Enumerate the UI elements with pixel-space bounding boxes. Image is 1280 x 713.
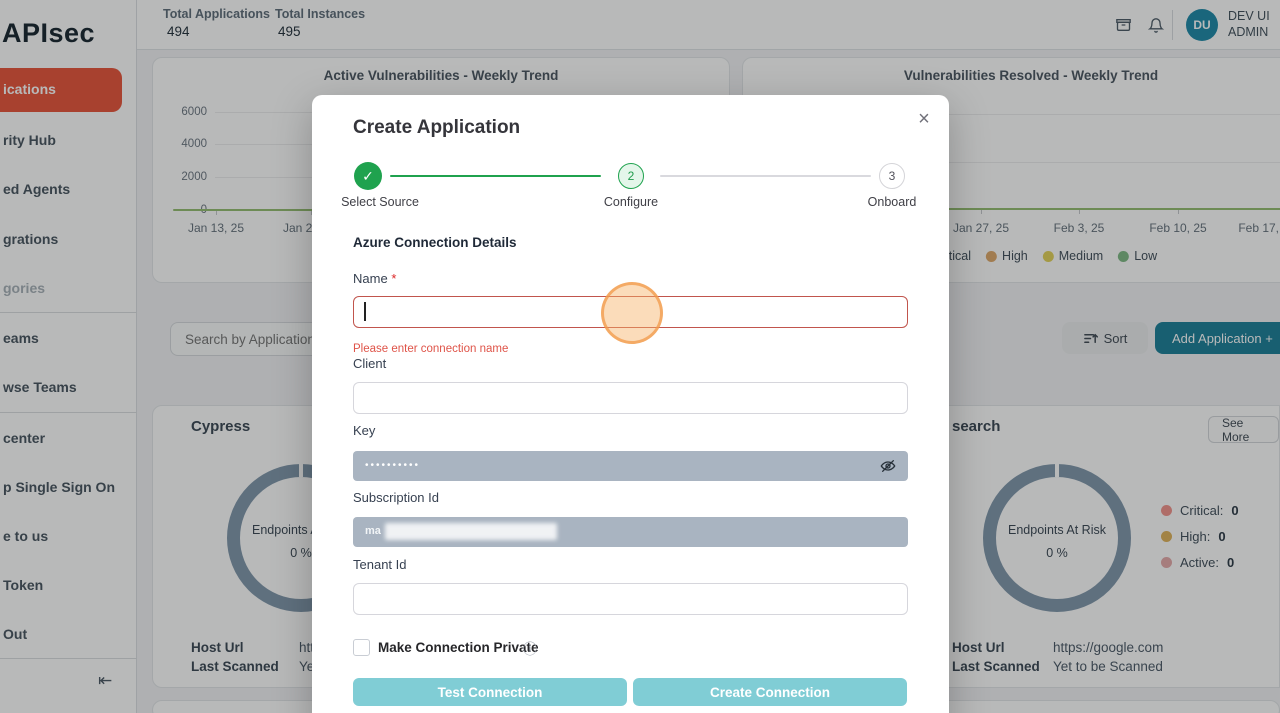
subscription-field-label: Subscription Id	[353, 490, 439, 505]
subscription-visible-text: ma	[365, 525, 381, 537]
step-number: 3	[889, 169, 896, 183]
click-indicator	[601, 282, 663, 344]
app-screen: APIsec ications rity Hub ed Agents grati…	[0, 0, 1280, 713]
create-application-modal: Create Application × ✓ 2 3 Select Source…	[312, 95, 949, 713]
info-icon[interactable]: ⓘ	[523, 639, 537, 659]
modal-title: Create Application	[353, 117, 520, 139]
tenant-input[interactable]	[353, 583, 908, 615]
client-input[interactable]	[353, 382, 908, 414]
step-select-source-circle[interactable]: ✓	[354, 162, 382, 190]
step-label-configure: Configure	[604, 195, 658, 209]
step-configure-circle[interactable]: 2	[618, 163, 644, 189]
subscription-input[interactable]: ma	[353, 517, 908, 547]
key-input[interactable]: ••••••••••	[353, 451, 908, 481]
step-number: 2	[628, 169, 635, 183]
test-connection-button[interactable]: Test Connection	[353, 678, 627, 706]
check-icon: ✓	[362, 168, 374, 185]
step-label-select-source: Select Source	[341, 195, 419, 209]
close-icon[interactable]: ×	[912, 107, 936, 131]
stepper-connector-done	[390, 175, 601, 177]
create-connection-button[interactable]: Create Connection	[633, 678, 907, 706]
step-onboard-circle[interactable]: 3	[879, 163, 905, 189]
eye-off-icon[interactable]	[880, 458, 896, 479]
name-field-label: Name *	[353, 271, 396, 286]
key-field-label: Key	[353, 423, 375, 438]
redacted-value-blur	[385, 523, 557, 540]
client-field-label: Client	[353, 356, 386, 371]
tenant-field-label: Tenant Id	[353, 557, 407, 572]
name-error-message: Please enter connection name	[353, 343, 508, 355]
required-asterisk: *	[391, 271, 396, 286]
section-heading: Azure Connection Details	[353, 235, 517, 250]
make-private-checkbox[interactable]	[353, 639, 370, 656]
stepper-connector-upcoming	[660, 175, 871, 177]
masked-password-dots: ••••••••••	[365, 460, 420, 471]
make-private-label: Make Connection Private	[378, 640, 539, 655]
step-label-onboard: Onboard	[868, 195, 917, 209]
text-caret	[364, 302, 366, 321]
